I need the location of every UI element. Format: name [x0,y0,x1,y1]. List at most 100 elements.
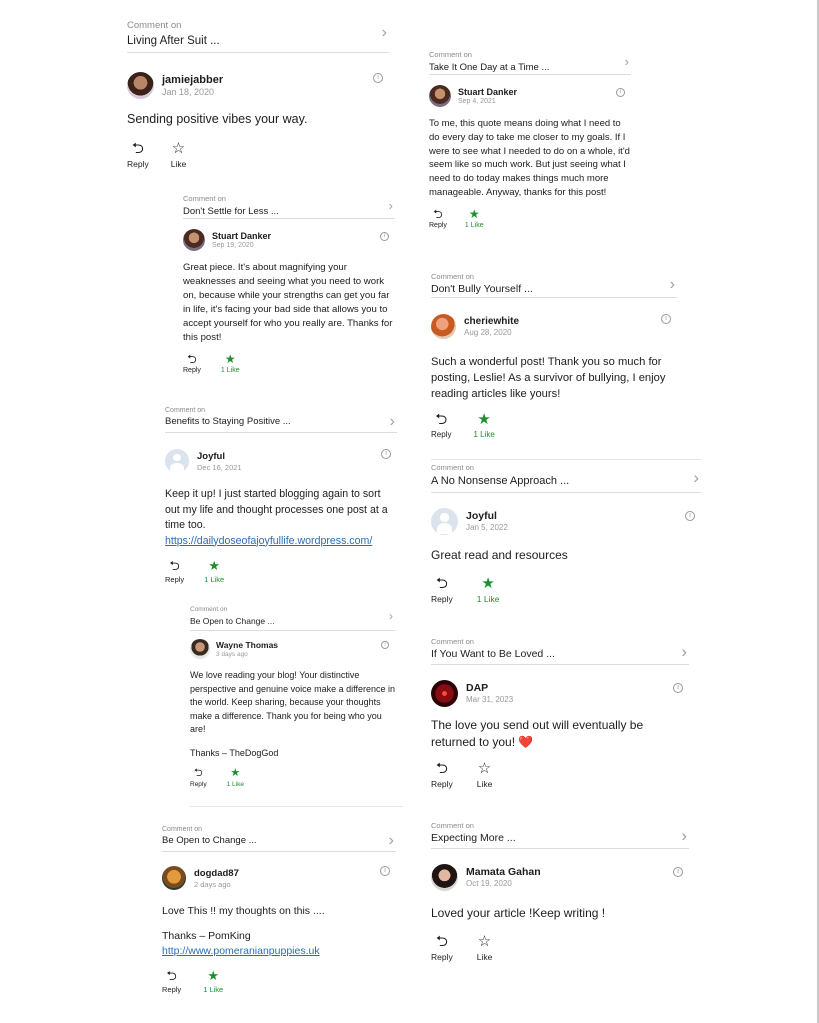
comment-post-link[interactable]: Comment on A No Nonsense Approach ... › [431,459,701,493]
comment-author: DAP Mar 31, 2023 i [431,673,689,713]
avatar [431,313,456,339]
info-icon[interactable]: i [685,511,695,521]
comment-card: Comment on Take It One Day at a Time ...… [429,50,631,229]
star-filled-icon: ★ [468,206,480,221]
like-button[interactable]: ★ 1 Like [473,412,494,439]
avatar [127,71,154,99]
reply-arrow-icon: ⮌ [166,968,177,983]
reply-button[interactable]: ⮌ Reply [431,934,453,962]
author-name[interactable]: Wayne Thomas [216,640,278,650]
comment-link[interactable]: http://www.pomeranianpuppies.uk [162,945,320,957]
star-filled-icon: ★ [224,352,236,366]
reply-button[interactable]: ⮌ Reply [431,412,451,439]
comment-signature: Thanks – TheDogGod [190,747,279,758]
comment-card: Comment on Benefits to Staying Positive … [165,407,397,584]
author-name[interactable]: Stuart Danker [458,87,517,97]
comment-body: Great piece. It's about magnifying your … [183,261,395,345]
comment-author: Stuart Danker Sep 19, 2020 i [183,225,395,255]
star-outline-icon: ☆ [477,760,492,777]
comment-on-label: Comment on [162,826,203,833]
like-button[interactable]: ☆ Like [477,761,493,789]
chevron-right-icon: › [389,609,393,623]
author-name[interactable]: jamiejabber [162,74,223,86]
author-name[interactable]: cheriewhite [464,316,519,327]
comment-date: Sep 4, 2021 [458,98,496,105]
comment-post-link[interactable]: Comment on Don't Settle for Less ... › [183,194,395,219]
like-button[interactable]: ★ 1 Like [465,208,484,229]
author-name[interactable]: Joyful [197,451,242,462]
info-icon[interactable]: i [673,867,683,877]
reply-arrow-icon: ⮌ [435,760,448,777]
reply-button[interactable]: ⮌ Reply [162,969,181,994]
comment-signature: Thanks – PomKing [162,930,251,942]
reply-button[interactable]: ⮌ Reply [431,761,453,789]
comment-body: The love you send out will eventually be… [431,717,689,751]
post-title: Don't Bully Yourself ... [431,283,533,295]
comment-body: We love reading your blog! Your distinct… [190,669,395,760]
info-icon[interactable]: i [673,683,683,693]
star-outline-icon: ☆ [171,140,186,157]
comment-text: Loved your article !Keep writing ! [431,906,606,920]
comment-actions: ⮌ Reply ★ 1 Like [162,969,396,994]
reply-button[interactable]: ⮌ Reply [431,576,453,604]
info-icon[interactable]: i [381,641,389,649]
author-name[interactable]: Stuart Danker [212,231,271,241]
info-icon[interactable]: i [616,88,625,97]
comment-body: Love This !! my thoughts on this .... Th… [162,904,396,959]
comment-actions: ⮌ Reply ★ 1 Like [431,412,677,439]
comment-actions: ⮌ Reply ★ 1 Like [431,576,701,604]
author-name[interactable]: Mamata Gahan [466,866,541,878]
reply-button[interactable]: ⮌ Reply [183,353,201,374]
info-icon[interactable]: i [661,314,671,324]
reply-arrow-icon: ⮌ [435,933,448,950]
comment-on-label: Comment on [127,20,182,31]
comment-post-link[interactable]: Comment on Benefits to Staying Positive … [165,407,397,433]
like-button[interactable]: ☆ Like [171,141,187,169]
star-filled-icon: ★ [477,411,491,428]
comment-actions: ⮌ Reply ★ 1 Like [429,208,631,229]
like-button[interactable]: ★ 1 Like [203,969,223,994]
info-icon[interactable]: i [373,73,383,83]
comment-body: Great read and resources [431,547,701,564]
comment-post-link[interactable]: Comment on If You Want to Be Loved ... › [431,634,689,665]
comment-post-link[interactable]: Comment on Expecting More ... › [431,818,689,849]
comment-author: Mamata Gahan Oct 19, 2020 i [431,857,689,897]
info-icon[interactable]: i [380,232,389,241]
comment-date: Mar 31, 2023 [466,695,514,704]
reply-button[interactable]: ⮌ Reply [190,768,207,789]
reply-button[interactable]: ⮌ Reply [127,141,149,169]
comment-link[interactable]: https://dailydoseofajoyfullife.wordpress… [165,535,372,547]
comment-post-link[interactable]: Comment on Be Open to Change ... › [190,606,395,631]
like-button[interactable]: ★ 1 Like [227,768,244,789]
comment-date: Jan 5, 2022 [466,523,508,532]
info-icon[interactable]: i [380,866,390,876]
avatar [431,679,458,707]
reply-arrow-icon: ⮌ [435,411,448,428]
comment-author: jamiejabber Jan 18, 2020 i [127,65,389,105]
post-title: Don't Settle for Less ... [183,206,279,217]
like-button[interactable]: ★ 1 Like [477,576,500,604]
comment-body: To me, this quote means doing what I nee… [429,117,631,200]
comment-text: Love This !! my thoughts on this .... [162,905,325,917]
author-name[interactable]: dogdad87 [194,868,239,879]
reply-button[interactable]: ⮌ Reply [429,208,447,229]
comment-on-label: Comment on [431,272,474,281]
info-icon[interactable]: i [381,449,391,459]
comment-post-link[interactable]: Comment on Take It One Day at a Time ...… [429,50,631,75]
comment-actions: ⮌ Reply ★ 1 Like [190,768,395,789]
like-button[interactable]: ★ 1 Like [221,353,240,374]
comment-post-link[interactable]: Comment on Don't Bully Yourself ... › [431,270,677,298]
comment-actions: ⮌ Reply ★ 1 Like [165,559,397,584]
comment-text: Sending positive vibes your way. [127,112,308,126]
like-button[interactable]: ★ 1 Like [204,559,224,584]
post-title: If You Want to Be Loved ... [431,648,555,660]
author-name[interactable]: Joyful [466,510,508,522]
like-button[interactable]: ☆ Like [477,934,493,962]
reply-button[interactable]: ⮌ Reply [165,559,184,584]
avatar [165,449,189,473]
comment-post-link[interactable]: Comment on Living After Suit ... › [127,18,389,53]
comment-post-link[interactable]: Comment on Be Open to Change ... › [162,826,396,852]
comment-author: Joyful Jan 5, 2022 i [431,501,701,541]
author-name[interactable]: DAP [466,682,513,694]
comment-card: Comment on A No Nonsense Approach ... › … [431,459,701,604]
